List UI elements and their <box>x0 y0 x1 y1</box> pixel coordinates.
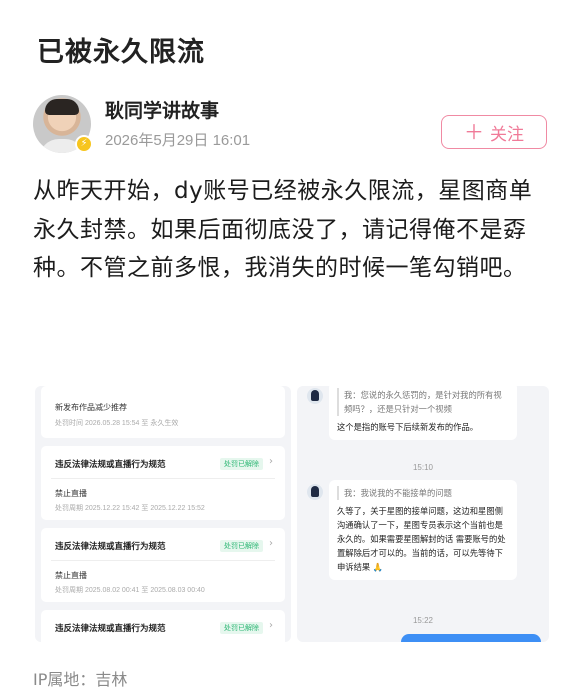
card-title: 违反法律法规或直播行为规范 <box>55 542 166 552</box>
plus-icon: ＋ <box>464 120 484 144</box>
ip-location: IP属地：吉林 <box>33 670 128 687</box>
post-title: 已被永久限流 <box>37 37 205 68</box>
card-subtitle: 禁止直播 <box>55 489 87 498</box>
verified-badge-icon: ⚡ <box>75 135 93 153</box>
card-subtitle: 禁止直播 <box>55 571 87 580</box>
chevron-right-icon: › <box>269 456 273 467</box>
agent-avatar <box>307 484 323 500</box>
chat-message: 我：您说的永久惩罚的，是针对我的所有视频吗？，还是只针对一个视频 这个是指的账号… <box>329 386 517 440</box>
sent-message-bubble <box>401 634 541 642</box>
card-title: 违反法律法规或直播行为规范 <box>55 460 166 470</box>
agent-avatar <box>307 388 323 404</box>
card-title: 违反法律法规或直播行为规范 <box>55 624 166 634</box>
status-badge: 处罚已解除 <box>220 458 263 470</box>
card-meta: 处罚时间 2026.05.28 15:54 至 永久生效 <box>55 420 179 427</box>
violation-card[interactable]: 新发布作品减少推荐 处罚时间 2026.05.28 15:54 至 永久生效 <box>41 386 285 438</box>
attached-image-chat[interactable]: 我：您说的永久惩罚的，是针对我的所有视频吗？，还是只针对一个视频 这个是指的账号… <box>297 386 549 642</box>
status-badge: 处罚已解除 <box>220 622 263 634</box>
chevron-right-icon: › <box>269 538 273 549</box>
attached-image-violations[interactable]: 新发布作品减少推荐 处罚时间 2026.05.28 15:54 至 永久生效 违… <box>35 386 291 642</box>
violation-card[interactable]: 违反法律法规或直播行为规范 处罚已解除 › 禁止直播 处罚周期 2025.12.… <box>41 446 285 520</box>
chat-timestamp: 15:22 <box>412 616 434 625</box>
author-name[interactable]: 耿同学讲故事 <box>105 96 219 123</box>
follow-label: 关注 <box>490 124 524 145</box>
post-time: 2026年5月29日 16:01 <box>105 132 251 149</box>
quoted-question: 我：我说我的不能接单的问题 <box>337 486 509 500</box>
chevron-right-icon: › <box>269 620 273 631</box>
violation-card[interactable]: 违反法律法规或直播行为规范 处罚已解除 › <box>41 610 285 642</box>
violation-card[interactable]: 违反法律法规或直播行为规范 处罚已解除 › 禁止直播 处罚周期 2025.08.… <box>41 528 285 602</box>
chat-message: 我：我说我的不能接单的问题 久等了，关于星图的接单问题，这边和星图侧沟通确认了一… <box>329 480 517 580</box>
status-badge: 处罚已解除 <box>220 540 263 552</box>
message-text: 这个是指的账号下后续新发布的作品。 <box>337 422 479 432</box>
chat-timestamp: 15:10 <box>412 463 434 472</box>
author-row: ⚡ 耿同学讲故事 2026年5月29日 16:01 ＋ 关注 <box>33 93 553 157</box>
quoted-question: 我：您说的永久惩罚的，是针对我的所有视频吗？，还是只针对一个视频 <box>337 388 509 416</box>
card-subtitle: 新发布作品减少推荐 <box>55 403 127 412</box>
follow-button[interactable]: ＋ 关注 <box>441 115 547 149</box>
card-meta: 处罚周期 2025.12.22 15:42 至 2025.12.22 15:52 <box>55 505 205 512</box>
card-meta: 处罚周期 2025.08.02 00:41 至 2025.08.03 00:40 <box>55 587 205 594</box>
post-body: 从昨天开始，dy账号已经被永久限流，星图商单永久封禁。如果后面彻底没了，请记得俺… <box>33 178 533 281</box>
message-text: 久等了，关于星图的接单问题，这边和星图侧沟通确认了一下，星图专员表示这个当前也是… <box>337 506 506 572</box>
